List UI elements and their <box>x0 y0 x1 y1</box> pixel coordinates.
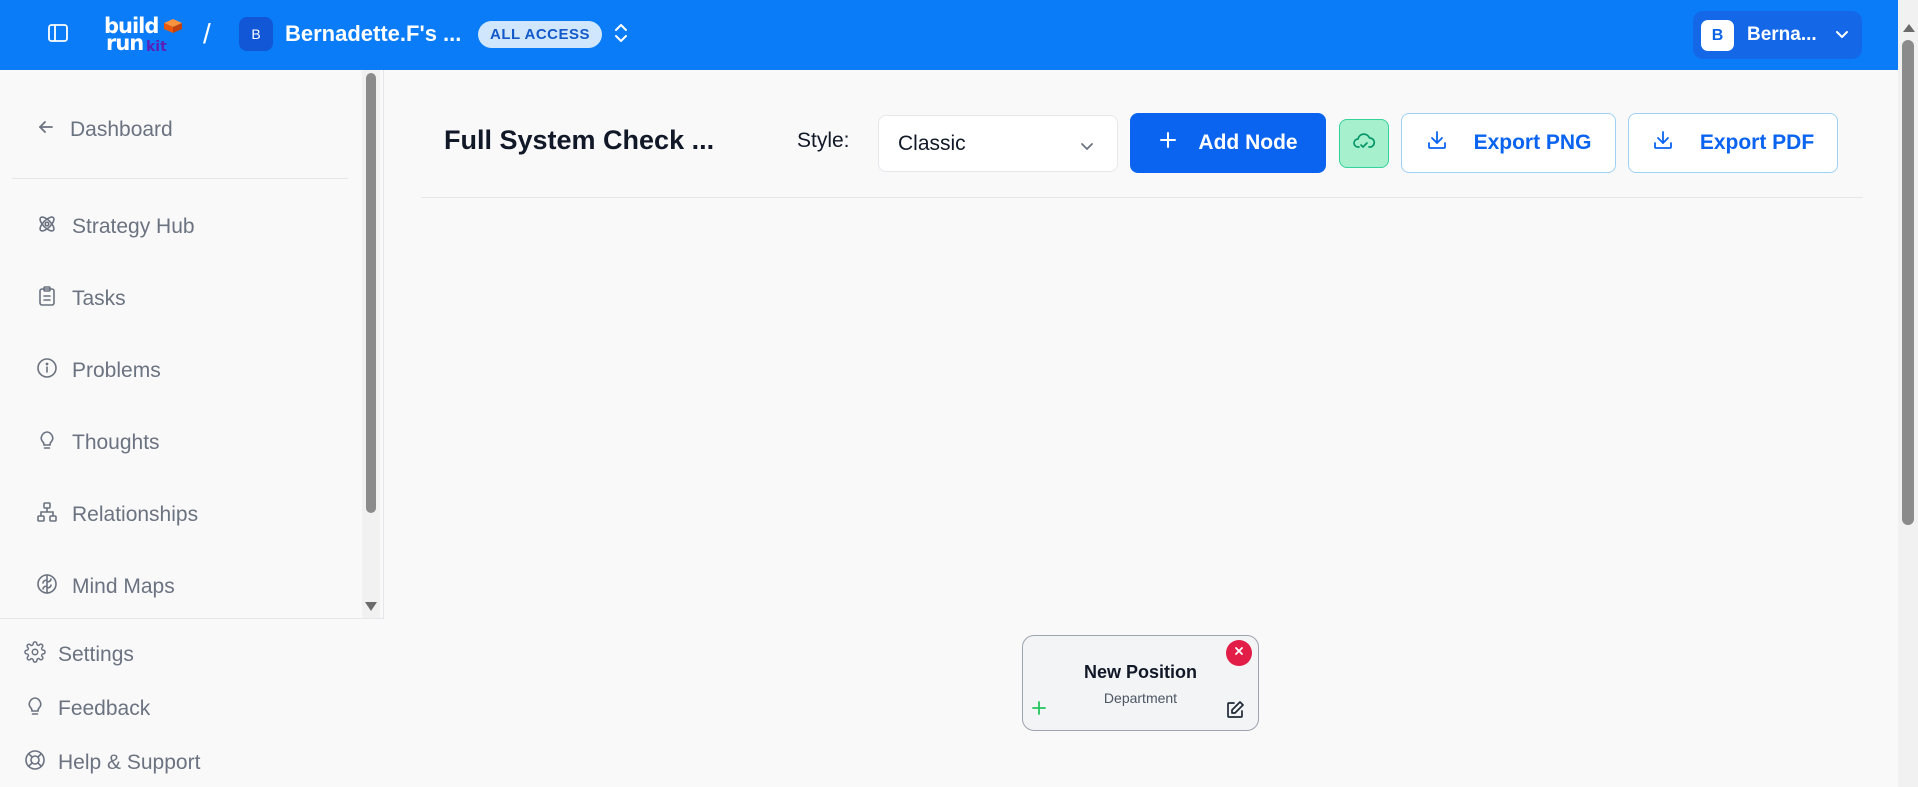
sidebar-item-label: Relationships <box>72 503 199 526</box>
add-node-label: Add Node <box>1198 131 1298 154</box>
export-png-label: Export PNG <box>1473 131 1592 154</box>
main-content: Full System Check ... Style: Classic Add… <box>385 70 1898 787</box>
sidebar-item-mind-maps[interactable]: Mind Maps <box>36 567 175 607</box>
sidebar-item-label: Dashboard <box>70 118 173 141</box>
download-icon <box>1426 129 1448 157</box>
sidebar-item-thoughts[interactable]: Thoughts <box>36 423 160 463</box>
sidebar-back-dashboard[interactable]: Dashboard <box>36 110 173 150</box>
gear-icon <box>24 641 46 669</box>
arrow-left-icon <box>36 117 56 143</box>
chevron-down-icon <box>1833 25 1851 48</box>
logo-cube-icon <box>164 19 182 33</box>
sidebar-item-label: Thoughts <box>72 431 160 454</box>
user-name: Berna... <box>1747 24 1817 45</box>
sidebar-item-label: Strategy Hub <box>72 215 195 238</box>
edit-icon[interactable] <box>1225 700 1245 720</box>
lifebuoy-icon <box>24 749 46 777</box>
sidebar-item-settings[interactable]: Settings <box>24 637 134 673</box>
sidebar-footer: Settings Feedback Help & Support <box>0 618 384 787</box>
add-node-button[interactable]: Add Node <box>1130 113 1326 173</box>
style-label: Style: <box>797 129 850 152</box>
sidebar-item-strategy-hub[interactable]: Strategy Hub <box>36 207 195 247</box>
top-bar: build run kit / B Bernadette.F's ... ALL… <box>0 0 1898 70</box>
sidebar-item-help-support[interactable]: Help & Support <box>24 745 200 781</box>
workspace-switcher-button[interactable] <box>608 21 634 49</box>
sidebar-item-relationships[interactable]: Relationships <box>36 495 198 535</box>
plus-icon <box>1158 130 1178 156</box>
workspace-avatar[interactable]: B <box>239 17 273 51</box>
user-avatar: B <box>1701 20 1734 51</box>
sidebar-scrollbar-thumb[interactable] <box>366 73 376 513</box>
sidebar-item-label: Mind Maps <box>72 575 175 598</box>
cloud-sync-button[interactable] <box>1339 119 1389 168</box>
sidebar-scrollbar[interactable] <box>362 70 380 618</box>
atom-icon <box>36 213 58 241</box>
scroll-down-arrow-icon[interactable] <box>365 602 377 611</box>
sidebar-item-problems[interactable]: Problems <box>36 351 161 391</box>
style-select-value: Classic <box>898 131 966 155</box>
sidebar: Dashboard Strategy Hub Tasks Problems Th… <box>0 70 384 787</box>
sidebar-item-label: Feedback <box>58 697 151 720</box>
close-icon <box>1233 644 1245 662</box>
brain-icon <box>36 573 58 601</box>
lightbulb-icon <box>24 695 46 723</box>
node-subtitle: Department <box>1103 690 1178 706</box>
header-divider <box>421 197 1863 198</box>
export-pdf-button[interactable]: Export PDF <box>1628 113 1838 173</box>
sidebar-item-label: Tasks <box>72 287 126 310</box>
sidebar-toggle-button[interactable] <box>44 21 72 49</box>
page-scrollbar-thumb[interactable] <box>1902 40 1914 525</box>
scroll-up-arrow-icon[interactable] <box>1903 24 1915 32</box>
download-icon <box>1652 129 1674 157</box>
sidebar-item-feedback[interactable]: Feedback <box>24 691 150 727</box>
clipboard-icon <box>36 285 58 313</box>
org-chart-node[interactable]: New Position Department <box>1022 635 1259 731</box>
node-title: New Position <box>1083 662 1197 682</box>
access-badge: ALL ACCESS <box>478 21 603 48</box>
sidebar-item-tasks[interactable]: Tasks <box>36 279 126 319</box>
chevron-down-icon <box>1079 136 1095 160</box>
page-title: Full System Check ... <box>444 125 715 155</box>
sidebar-item-label: Problems <box>72 359 161 382</box>
org-chart-icon <box>36 501 58 529</box>
breadcrumb-separator: / <box>203 18 211 49</box>
user-menu-button[interactable]: B Berna... <box>1693 11 1862 59</box>
style-select[interactable]: Classic <box>878 115 1118 172</box>
lightbulb-icon <box>36 429 58 457</box>
sidebar-panel-icon <box>46 21 70 50</box>
cloud-sync-icon <box>1352 131 1376 156</box>
export-png-button[interactable]: Export PNG <box>1401 113 1616 173</box>
add-child-plus-icon[interactable] <box>1031 700 1047 716</box>
sidebar-item-label: Settings <box>58 643 134 666</box>
chevron-up-down-icon <box>612 21 630 50</box>
sidebar-item-label: Help & Support <box>58 751 201 774</box>
sidebar-nav: Dashboard Strategy Hub Tasks Problems Th… <box>0 70 360 618</box>
workspace-name[interactable]: Bernadette.F's ... <box>285 21 461 47</box>
sidebar-divider <box>12 178 348 179</box>
info-circle-icon <box>36 357 58 385</box>
page-scrollbar[interactable] <box>1898 0 1918 787</box>
export-pdf-label: Export PDF <box>1699 131 1815 154</box>
app-logo[interactable]: build run kit <box>102 16 188 55</box>
